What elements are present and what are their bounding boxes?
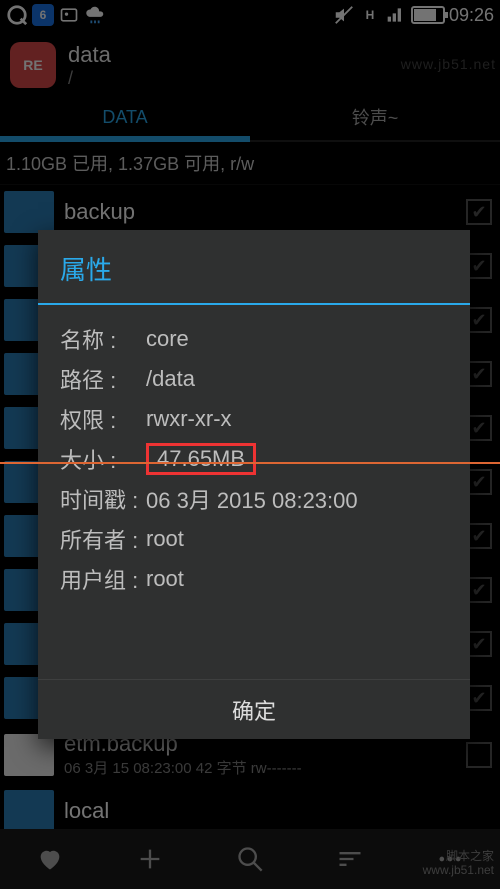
prop-label: 所有者 :	[60, 523, 146, 555]
dialog-title: 属性	[38, 230, 470, 305]
prop-value: core	[146, 326, 189, 352]
prop-row-owner: 所有者 : root	[60, 519, 448, 559]
prop-row-path: 路径 : /data	[60, 359, 448, 399]
prop-label: 路径 :	[60, 363, 146, 395]
prop-value: 47.65MB	[157, 446, 245, 471]
prop-value: /data	[146, 366, 195, 392]
prop-row-group: 用户组 : root	[60, 559, 448, 599]
prop-label: 名称 :	[60, 323, 146, 355]
prop-value: rwxr-xr-x	[146, 406, 232, 432]
prop-row-perm: 权限 : rwxr-xr-x	[60, 399, 448, 439]
prop-value: 06 3月 2015 08:23:00	[146, 483, 358, 515]
prop-value: root	[146, 526, 184, 552]
prop-label: 时间戳 :	[60, 483, 146, 515]
dialog-ok-button[interactable]: 确定	[38, 679, 470, 739]
annotation-red-line	[0, 462, 500, 464]
prop-row-size: 大小 : 47.65MB	[60, 439, 448, 479]
size-highlight: 47.65MB	[146, 443, 256, 475]
prop-row-name: 名称 : core	[60, 319, 448, 359]
prop-label: 大小 :	[60, 443, 146, 475]
prop-value: root	[146, 566, 184, 592]
prop-row-timestamp: 时间戳 : 06 3月 2015 08:23:00	[60, 479, 448, 519]
prop-label: 权限 :	[60, 403, 146, 435]
prop-label: 用户组 :	[60, 563, 146, 595]
properties-dialog: 属性 名称 : core 路径 : /data 权限 : rwxr-xr-x 大…	[38, 230, 470, 739]
